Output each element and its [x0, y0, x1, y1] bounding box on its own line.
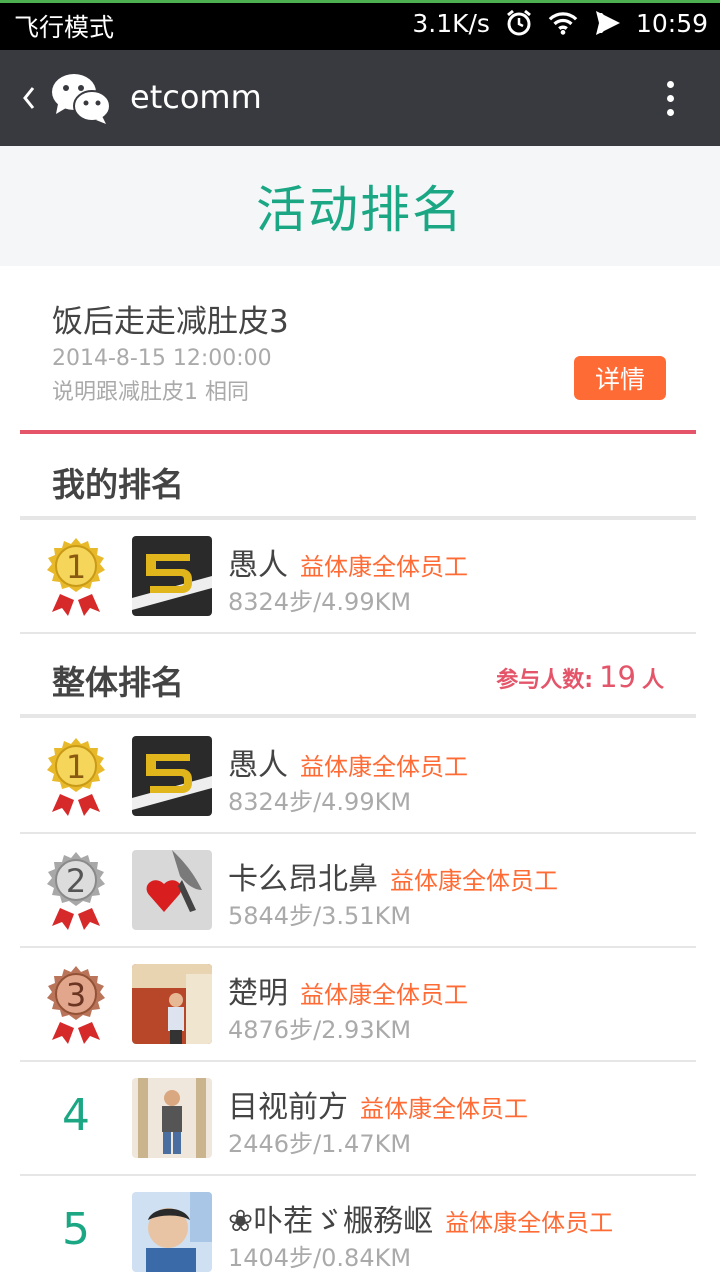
- medal-rank: 2: [66, 862, 86, 900]
- participants-label: 参与人数:: [496, 668, 594, 693]
- network-speed: 3.1K/s: [412, 8, 490, 38]
- alarm-icon: [504, 8, 534, 38]
- avatar: [132, 536, 212, 616]
- user-name: ❀卟茬ゞ棴務岖: [228, 1204, 434, 1239]
- participants-number: 19: [599, 660, 636, 694]
- my-rank-header: 我的排名: [20, 436, 696, 520]
- user-group: 益体康全体员工: [300, 553, 468, 581]
- detail-button[interactable]: 详情: [574, 356, 666, 400]
- activity-description: 说明跟减肚皮1 相同: [52, 380, 249, 405]
- user-group: 益体康全体员工: [360, 1095, 528, 1123]
- table-row[interactable]: 4 目视前方 益体康全体员工 2446步/1.47KM: [20, 1062, 696, 1176]
- avatar: [132, 850, 212, 930]
- medal-rank: 3: [66, 976, 86, 1014]
- user-group: 益体康全体员工: [390, 867, 558, 895]
- page-header: 活动排名: [0, 146, 720, 266]
- title-bar: etcomm: [0, 50, 720, 146]
- svg-text:1: 1: [66, 548, 86, 586]
- avatar: [132, 964, 212, 1044]
- avatar: [132, 736, 212, 816]
- user-steps: 4876步/2.93KM: [228, 1016, 412, 1044]
- name-line: 目视前方 益体康全体员工: [228, 1082, 528, 1126]
- user-group: 益体康全体员工: [300, 981, 468, 1009]
- user-name: 愚人: [228, 548, 288, 583]
- participants-unit: 人: [641, 668, 664, 693]
- avatar: [132, 1192, 212, 1272]
- airplane-mode-label: 飞行模式: [14, 13, 115, 42]
- name-line: 愚人 益体康全体员工: [228, 740, 468, 784]
- status-bar: 飞行模式 3.1K/s 10:59: [0, 0, 720, 50]
- name-line: 愚人 益体康全体员工: [228, 540, 468, 584]
- my-rank-row[interactable]: 1 愚人 益体康全体员工 8324步/4.99KM: [20, 520, 696, 634]
- more-vertical-icon[interactable]: [660, 76, 680, 122]
- activity-date: 2014-8-15 12:00:00: [52, 346, 272, 371]
- participants-count: 参与人数: 19 人: [496, 660, 664, 694]
- gold-medal-icon: 1: [40, 736, 112, 816]
- user-group: 益体康全体员工: [445, 1209, 614, 1237]
- activity-card: 饭后走走减肚皮3 2014-8-15 12:00:00 说明跟减肚皮1 相同 详…: [20, 266, 696, 434]
- my-rank-title: 我的排名: [52, 465, 184, 504]
- user-steps: 5844步/3.51KM: [228, 902, 412, 930]
- back-chevron-icon: [23, 87, 35, 109]
- overall-rank-header: 整体排名 参与人数: 19 人: [20, 634, 696, 718]
- user-name: 楚明: [228, 976, 288, 1011]
- table-row[interactable]: 3 楚明 益体康全体员工 4876步/2.93KM: [20, 948, 696, 1062]
- page-title: 活动排名: [256, 181, 464, 239]
- user-steps: 1404步/0.84KM: [228, 1244, 412, 1272]
- rank-number: 5: [62, 1204, 90, 1255]
- user-group: 益体康全体员工: [300, 753, 468, 781]
- user-name: 目视前方: [228, 1090, 348, 1125]
- back-button[interactable]: [14, 76, 44, 120]
- rank-number: 4: [62, 1090, 90, 1141]
- table-row[interactable]: 5 ❀卟茬ゞ棴務岖 益体康全体员工 1404步/0.84KM: [20, 1176, 696, 1280]
- app-title: etcomm: [130, 78, 262, 116]
- gold-medal-icon: 1: [40, 536, 112, 616]
- table-row[interactable]: 2 卡么昂北鼻 益体康全体员工 5844步/3.51KM: [20, 834, 696, 948]
- overall-rank-title: 整体排名: [52, 663, 184, 702]
- user-steps: 8324步/4.99KM: [228, 788, 412, 816]
- name-line: 楚明 益体康全体员工: [228, 968, 468, 1012]
- silver-medal-icon: 2: [40, 850, 112, 930]
- avatar: [132, 1078, 212, 1158]
- user-steps: 8324步/4.99KM: [228, 588, 412, 616]
- user-name: 愚人: [228, 748, 288, 783]
- activity-name: 饭后走走减肚皮3: [52, 304, 289, 340]
- name-line: ❀卟茬ゞ棴務岖 益体康全体员工: [228, 1196, 613, 1240]
- status-accent-line: [0, 0, 720, 3]
- wifi-icon: [548, 8, 578, 38]
- wechat-logo-icon: [50, 70, 112, 126]
- clock-time: 10:59: [635, 8, 708, 38]
- medal-rank: 1: [66, 748, 86, 786]
- user-steps: 2446步/1.47KM: [228, 1130, 412, 1158]
- airplane-icon: [592, 8, 622, 38]
- bronze-medal-icon: 3: [40, 964, 112, 1044]
- user-name: 卡么昂北鼻: [228, 862, 378, 897]
- table-row[interactable]: 1 愚人 益体康全体员工 8324步/4.99KM: [20, 720, 696, 834]
- name-line: 卡么昂北鼻 益体康全体员工: [228, 854, 558, 898]
- status-right-group: 3.1K/s 10:59: [412, 8, 708, 38]
